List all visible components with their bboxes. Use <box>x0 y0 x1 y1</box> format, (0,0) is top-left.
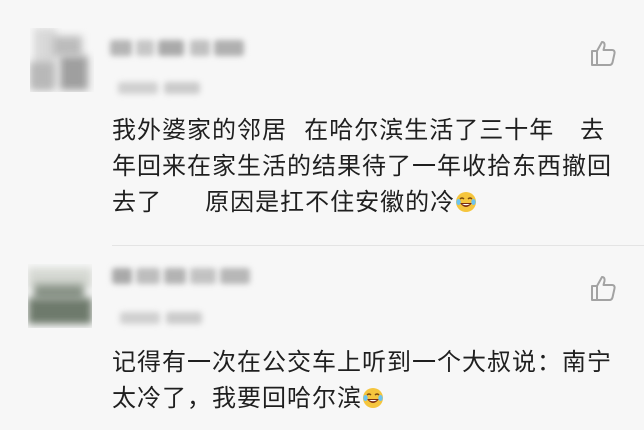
comment-line: 年回来在家生活的结果待了一年收拾东西撤回 <box>112 152 612 180</box>
avatar[interactable] <box>28 264 92 328</box>
comment-time <box>120 312 210 324</box>
comment-line: 记得有一次在公交车上听到一个大叔说：南宁 <box>112 348 612 376</box>
laughing-crying-emoji-icon <box>456 192 477 212</box>
comment-text: 我外婆家的邻居 在哈尔滨生活了三十年 去 年回来在家生活的结果待了一年收拾东西撤… <box>112 112 622 220</box>
comment-list: 我外婆家的邻居 在哈尔滨生活了三十年 去 年回来在家生活的结果待了一年收拾东西撤… <box>0 0 644 430</box>
comment-item: 记得有一次在公交车上听到一个大叔说：南宁 太冷了，我要回哈尔滨 <box>0 246 644 430</box>
thumbs-up-icon <box>591 276 616 301</box>
comment-line: 太冷了，我要回哈尔滨 <box>112 384 362 412</box>
laughing-crying-emoji-icon <box>363 388 383 408</box>
comment-time <box>118 82 208 94</box>
thumbs-up-icon <box>591 41 616 66</box>
comment-line: 去了 原因是扛不住安徽的冷 <box>112 188 456 216</box>
avatar[interactable] <box>30 28 94 92</box>
comment-line: 我外婆家的邻居 在哈尔滨生活了三十年 去 <box>112 116 606 144</box>
username[interactable] <box>110 40 260 56</box>
username[interactable] <box>112 268 262 284</box>
like-button[interactable] <box>589 39 617 67</box>
comment-text: 记得有一次在公交车上听到一个大叔说：南宁 太冷了，我要回哈尔滨 <box>112 344 622 416</box>
like-button[interactable] <box>589 274 617 302</box>
comment-item: 我外婆家的邻居 在哈尔滨生活了三十年 去 年回来在家生活的结果待了一年收拾东西撤… <box>0 0 644 245</box>
